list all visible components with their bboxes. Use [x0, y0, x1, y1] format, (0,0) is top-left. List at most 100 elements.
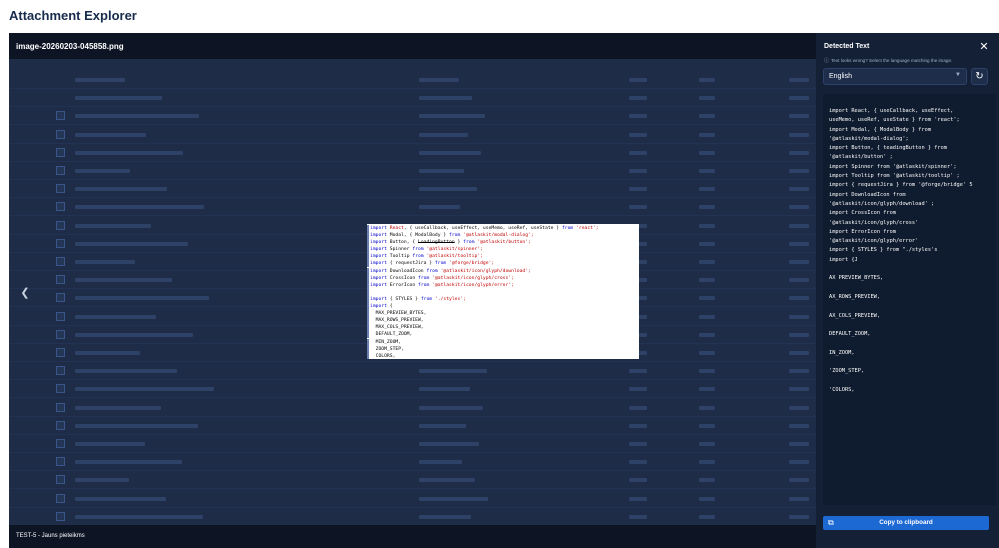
- background-cell: [75, 332, 193, 337]
- preview-code-token: '@atlaskit/tooltip';: [423, 254, 483, 260]
- preview-gutter: [367, 310, 369, 318]
- detected-text-line: import {J: [829, 256, 858, 263]
- background-cell: [629, 150, 647, 155]
- background-cell: [419, 169, 464, 173]
- preview-code-token: COLORS,: [370, 353, 396, 359]
- background-row: [9, 198, 816, 217]
- viewer-header: image-20260203-045858.png: [9, 33, 816, 59]
- background-cell: [629, 132, 647, 137]
- background-cell: [789, 387, 809, 392]
- background-cell: [419, 423, 466, 428]
- chevron-left-icon[interactable]: ❮: [17, 285, 33, 301]
- preview-code-token: { requestJira }: [389, 261, 435, 267]
- background-cell: [629, 114, 647, 119]
- preview-code-line: COLORS,: [367, 352, 639, 359]
- detected-text-line: [829, 265, 996, 274]
- preview-code-token: '@atlaskit/button';: [474, 240, 531, 246]
- background-checkbox: [56, 202, 65, 212]
- background-cell: [75, 260, 135, 264]
- background-cell: [699, 460, 715, 465]
- preview-gutter: [367, 352, 369, 359]
- preview-code-line: import { STYLES } from './styles';: [367, 295, 639, 303]
- background-cell: [789, 169, 809, 173]
- background-cell: [629, 169, 647, 173]
- background-checkbox: [56, 111, 65, 121]
- preview-code-token: import: [370, 240, 390, 246]
- preview-code-token: 'react';: [573, 226, 599, 231]
- preview-code-token: import: [370, 282, 390, 288]
- background-cell: [699, 187, 715, 192]
- background-cell: [75, 369, 177, 374]
- close-icon[interactable]: ✕: [978, 41, 990, 53]
- preview-gutter: [367, 232, 369, 240]
- background-cell: [419, 514, 471, 519]
- background-cell: [419, 478, 475, 483]
- language-select[interactable]: English ▼: [823, 68, 967, 85]
- detected-text-line: import DownloadIcon from: [829, 191, 906, 198]
- preview-code-token: , { useCallback, useEffect, useMemo, use…: [403, 226, 562, 231]
- background-cell: [629, 187, 647, 192]
- detected-text-line: [829, 358, 996, 367]
- background-cell: [699, 96, 715, 101]
- refresh-button[interactable]: ↻: [971, 68, 988, 85]
- copy-to-clipboard-button[interactable]: ⧉ Copy to clipboard: [823, 516, 989, 530]
- background-row: [9, 417, 816, 435]
- preview-gutter: [367, 267, 369, 275]
- background-row: [9, 435, 816, 453]
- background-checkbox: [56, 493, 65, 503]
- background-cell: [789, 442, 809, 446]
- background-cell: [75, 169, 130, 173]
- preview-code-line: MIN_ZOOM,: [367, 338, 639, 346]
- preview-gutter: [367, 331, 369, 339]
- preview-code-token: MAX_COLS_PREVIEW,: [370, 325, 424, 331]
- preview-code-token: MIN_ZOOM,: [370, 339, 402, 345]
- preview-code-token: import: [370, 268, 390, 274]
- image-preview: import React, { useCallback, useEffect, …: [367, 224, 639, 359]
- detected-text-line: AX_ROWS_PREVIEW,: [829, 293, 881, 300]
- background-cell: [699, 150, 715, 155]
- background-checkbox: [56, 129, 65, 139]
- preview-code-line: import { requestJira } from '@forge/brid…: [367, 260, 639, 268]
- preview-code-token: from: [463, 240, 475, 246]
- background-cell: [699, 314, 715, 319]
- background-cell: [75, 150, 183, 155]
- background-cell: [629, 78, 647, 82]
- detected-text-line: useMemo, useRef, useState } from 'react'…: [829, 117, 960, 124]
- preview-code-token: DownloadIcon: [389, 268, 427, 274]
- background-cell: [789, 351, 809, 355]
- preview-code-token: '@atlaskit/icon/glyph/error';: [429, 282, 514, 288]
- background-checkbox: [56, 475, 65, 485]
- detected-text-line: import Spinner from '@atlaskit/spinner';: [829, 163, 957, 170]
- background-cell: [629, 423, 647, 428]
- background-row: [9, 453, 816, 472]
- preview-code-token: MAX_PREVIEW_BYTES,: [370, 311, 427, 317]
- background-cell: [419, 460, 462, 465]
- preview-code-token: ErrorIcon: [389, 282, 418, 288]
- preview-code-line: import DownloadIcon from '@atlaskit/icon…: [367, 267, 639, 275]
- detected-text-line: [829, 302, 996, 311]
- background-cell: [789, 296, 809, 301]
- preview-code-token: { STYLES }: [389, 296, 421, 302]
- detected-text-line: IN_ZOOM,: [829, 349, 855, 356]
- background-cell: [75, 514, 203, 519]
- background-cell: [789, 96, 809, 101]
- preview-gutter: [367, 260, 369, 268]
- panel-title: Detected Text: [824, 43, 870, 50]
- background-row: [9, 471, 816, 490]
- background-cell: [789, 314, 809, 319]
- page-title: Attachment Explorer: [9, 8, 137, 23]
- preview-code-token: import: [370, 261, 390, 267]
- info-icon: ⓘ: [824, 58, 830, 64]
- preview-code-token: ZOOM_STEP,: [370, 346, 404, 352]
- background-checkbox: [56, 238, 65, 248]
- background-cell: [75, 132, 146, 137]
- background-cell: [75, 314, 156, 319]
- preview-code-line: DEFAULT_ZOOM,: [367, 331, 639, 339]
- background-cell: [699, 514, 715, 519]
- detected-text-area[interactable]: import React, { useCallback, useEffect, u…: [823, 94, 996, 505]
- background-cell: [699, 496, 715, 501]
- background-cell: [699, 423, 715, 428]
- background-cell: [789, 278, 809, 283]
- background-cell: [629, 460, 647, 465]
- background-cell: [419, 150, 481, 155]
